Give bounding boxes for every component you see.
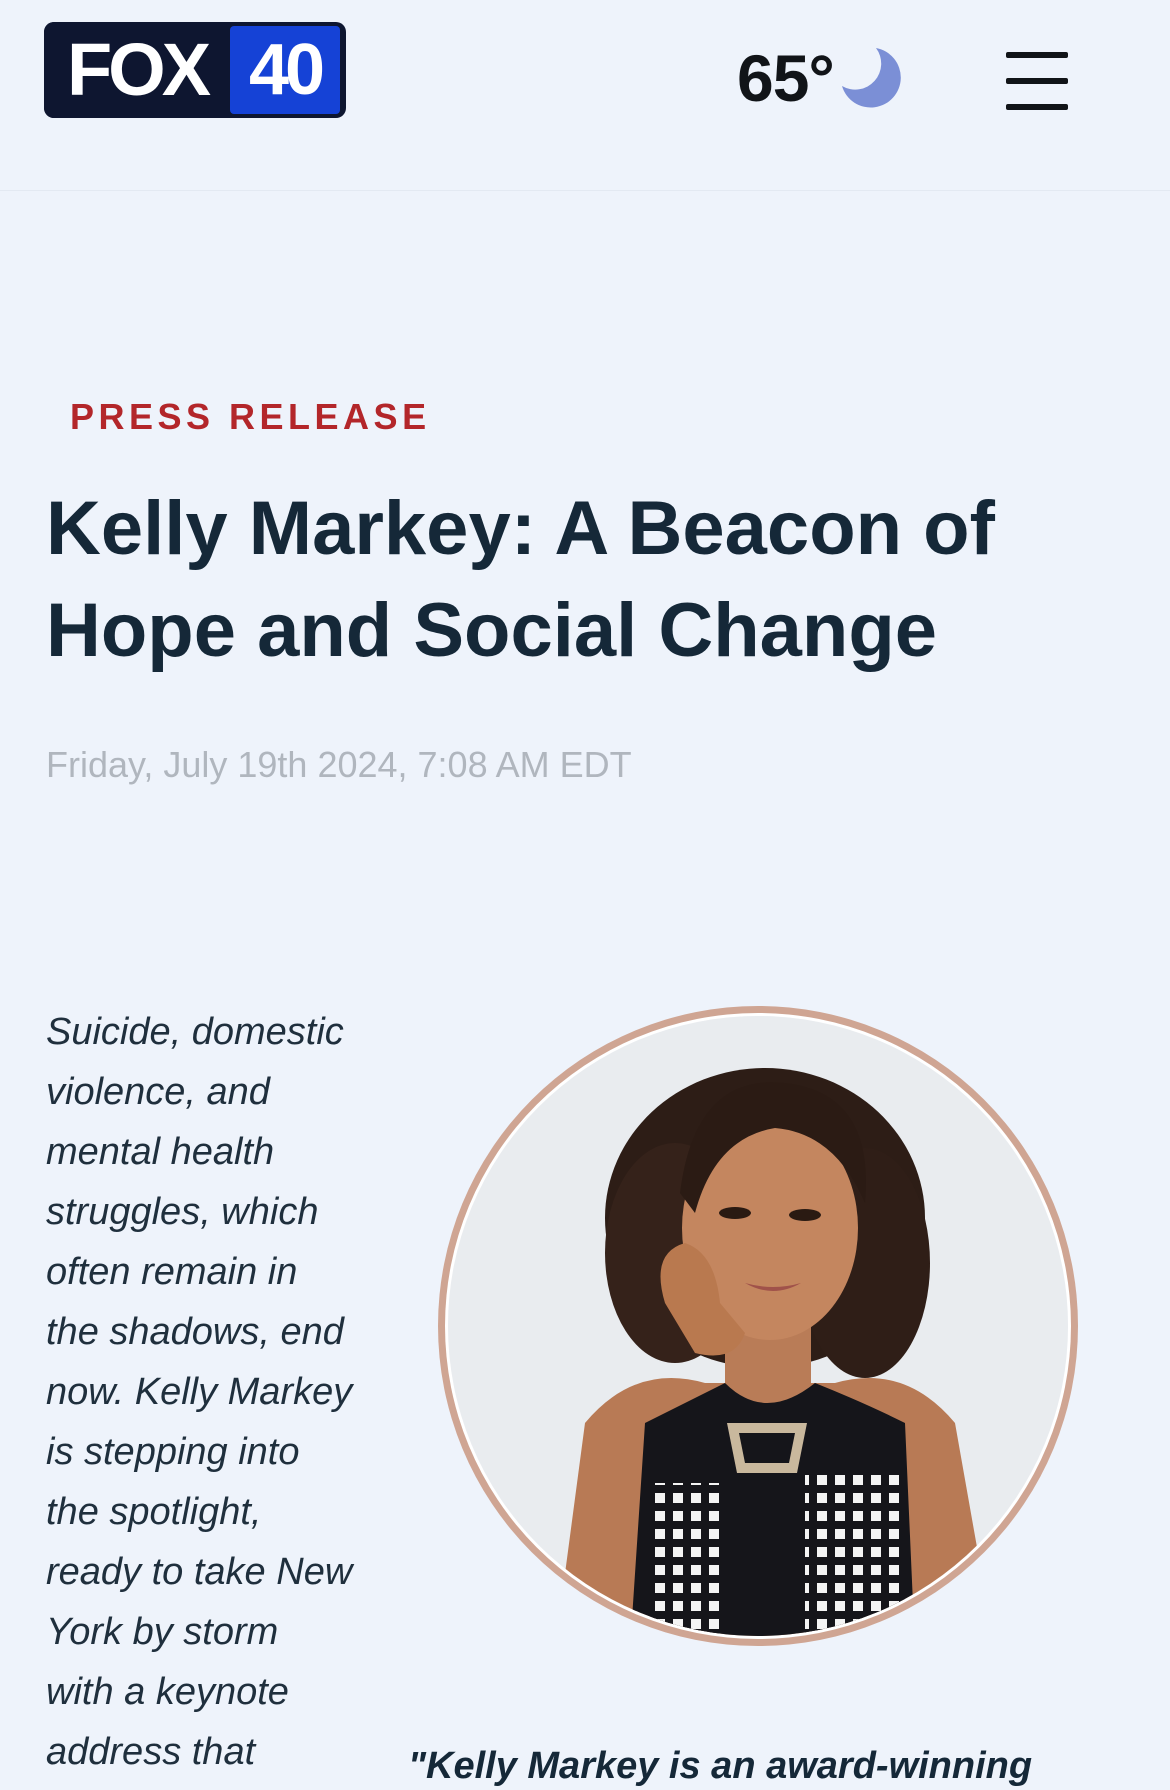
article-title: Kelly Markey: A Beacon of Hope and Socia…	[46, 486, 995, 673]
intro-line: York by storm	[46, 1611, 279, 1653]
intro-line: mental health	[46, 1131, 275, 1173]
intro-line: is stepping into	[46, 1431, 300, 1473]
logo-number: 40	[230, 26, 340, 114]
intro-line: the spotlight,	[46, 1491, 262, 1533]
intro-line: often remain in	[46, 1251, 298, 1293]
intro-line: with a keynote	[46, 1671, 289, 1713]
intro-line: ready to take New	[46, 1551, 353, 1593]
logo-brand: FOX	[44, 22, 230, 118]
intro-line: Suicide, domestic	[46, 1011, 344, 1053]
intro-line: now. Kelly Markey	[46, 1371, 353, 1413]
article-dateline: Friday, July 19th 2024, 7:08 AM EDT	[46, 744, 632, 785]
article-pull-quote: "Kelly Markey is an award-winning	[408, 1745, 1033, 1787]
intro-line: violence, and	[46, 1071, 270, 1113]
fox40-logo[interactable]: FOX 40	[44, 22, 346, 118]
site-header: FOX 40 65°	[0, 0, 1170, 191]
moon-icon	[841, 48, 901, 108]
portrait-photo	[438, 1006, 1078, 1646]
article-category: PRESS RELEASE	[70, 396, 431, 437]
intro-line: struggles, which	[46, 1191, 319, 1233]
menu-button[interactable]	[1004, 52, 1070, 112]
intro-line: the shadows, end	[46, 1311, 344, 1353]
temperature: 65°	[737, 41, 835, 115]
hamburger-menu-icon-bar	[1006, 52, 1068, 58]
intro-line: address that	[46, 1731, 256, 1773]
hamburger-menu-icon-bar	[1006, 104, 1068, 110]
weather-widget[interactable]: 65°	[737, 38, 908, 118]
hamburger-menu-icon-bar	[1006, 78, 1068, 84]
article-intro: Suicide, domestic violence, and mental hea…	[46, 1002, 396, 1782]
